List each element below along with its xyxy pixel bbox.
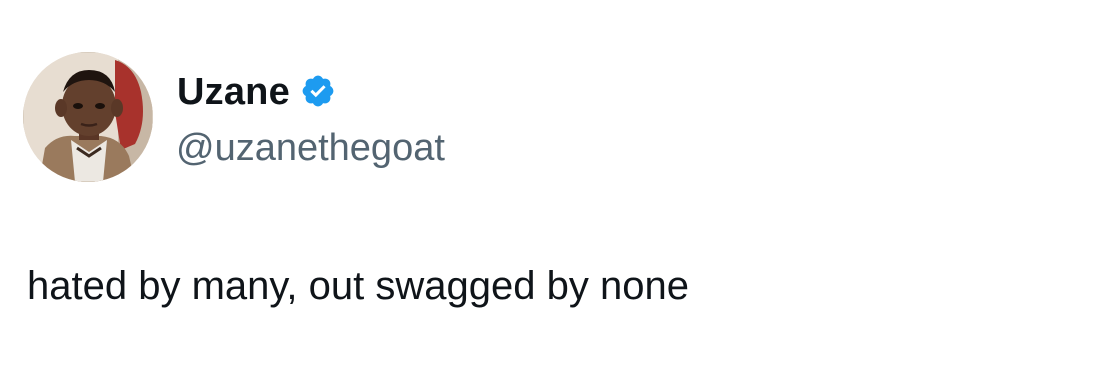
avatar-image xyxy=(23,52,153,182)
author-row: Uzane xyxy=(177,66,336,118)
verified-check-icon xyxy=(300,71,336,114)
user-handle[interactable]: @uzanethegoat xyxy=(176,124,445,172)
avatar[interactable] xyxy=(23,52,153,182)
tweet-text: hated by many, out swagged by none xyxy=(27,264,689,308)
display-name[interactable]: Uzane xyxy=(177,66,290,118)
tweet-card: Uzane @uzanethegoat hated by many, out s… xyxy=(0,0,1111,370)
